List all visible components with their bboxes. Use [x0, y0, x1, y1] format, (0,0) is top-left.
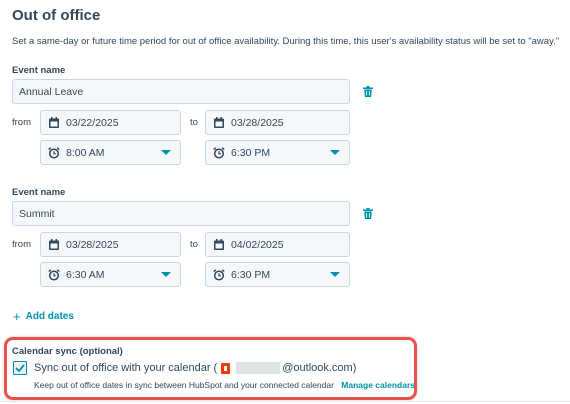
start-time-value: 6:30 AM — [66, 268, 105, 281]
end-time-select[interactable]: 6:30 PM — [205, 140, 350, 165]
end-time-select[interactable]: 6:30 PM — [205, 262, 350, 287]
calendar-icon — [212, 116, 226, 130]
trash-icon — [363, 207, 373, 219]
start-time-value: 8:00 AM — [66, 146, 105, 159]
sync-subtext-body: Keep out of office dates in sync between… — [34, 380, 334, 390]
divider — [0, 401, 570, 402]
delete-event-button[interactable] — [362, 207, 374, 219]
event-name-value: Annual Leave — [19, 85, 84, 98]
start-date-input[interactable]: 03/28/2025 — [40, 232, 181, 257]
end-date-value: 03/28/2025 — [231, 116, 284, 129]
end-date-input[interactable]: 04/02/2025 — [205, 232, 350, 257]
end-time-value: 6:30 PM — [231, 268, 271, 281]
chevron-down-icon — [330, 272, 340, 277]
event-name-label: Event name — [12, 65, 66, 76]
page-title: Out of office — [12, 7, 101, 24]
event-name-label: Event name — [12, 187, 66, 198]
start-date-value: 03/22/2025 — [66, 116, 119, 129]
plus-icon: + — [13, 309, 21, 324]
redacted-email — [236, 362, 281, 374]
chevron-down-icon — [161, 150, 171, 155]
alarm-clock-icon — [212, 268, 226, 282]
chevron-down-icon — [161, 272, 171, 277]
alarm-clock-icon — [212, 146, 226, 160]
calendar-icon — [47, 116, 61, 130]
end-time-value: 6:30 PM — [231, 146, 271, 159]
end-date-value: 04/02/2025 — [231, 238, 284, 251]
chevron-down-icon — [330, 150, 340, 155]
to-label: to — [190, 239, 198, 250]
calendar-sync-title: Calendar sync (optional) — [12, 346, 123, 357]
office-icon — [221, 362, 231, 374]
sync-email-suffix: @outlook.com) — [282, 362, 357, 374]
event-name-value: Summit — [19, 207, 55, 220]
end-date-input[interactable]: 03/28/2025 — [205, 110, 350, 135]
calendar-icon — [47, 238, 61, 252]
event-name-input[interactable]: Annual Leave — [12, 79, 350, 104]
start-date-input[interactable]: 03/22/2025 — [40, 110, 181, 135]
start-time-select[interactable]: 6:30 AM — [40, 262, 181, 287]
sync-text-prefix: Sync out of office with your calendar ( — [34, 362, 218, 374]
alarm-clock-icon — [47, 146, 61, 160]
to-label: to — [190, 117, 198, 128]
sync-calendar-checkbox[interactable] — [13, 361, 27, 375]
start-time-select[interactable]: 8:00 AM — [40, 140, 181, 165]
add-dates-label: Add dates — [25, 311, 74, 322]
sync-subtext: Keep out of office dates in sync between… — [34, 380, 415, 390]
start-date-value: 03/28/2025 — [66, 238, 119, 251]
sync-calendar-label: Sync out of office with your calendar ( … — [34, 362, 356, 374]
manage-calendars-link[interactable]: Manage calendars — [341, 380, 415, 390]
alarm-clock-icon — [47, 268, 61, 282]
delete-event-button[interactable] — [362, 85, 374, 97]
trash-icon — [363, 85, 373, 97]
event-name-input[interactable]: Summit — [12, 201, 350, 226]
add-dates-button[interactable]: + Add dates — [13, 309, 74, 324]
from-label: from — [12, 239, 31, 250]
check-icon — [15, 364, 25, 372]
calendar-icon — [212, 238, 226, 252]
section-description: Set a same-day or future time period for… — [12, 36, 560, 47]
from-label: from — [12, 117, 31, 128]
